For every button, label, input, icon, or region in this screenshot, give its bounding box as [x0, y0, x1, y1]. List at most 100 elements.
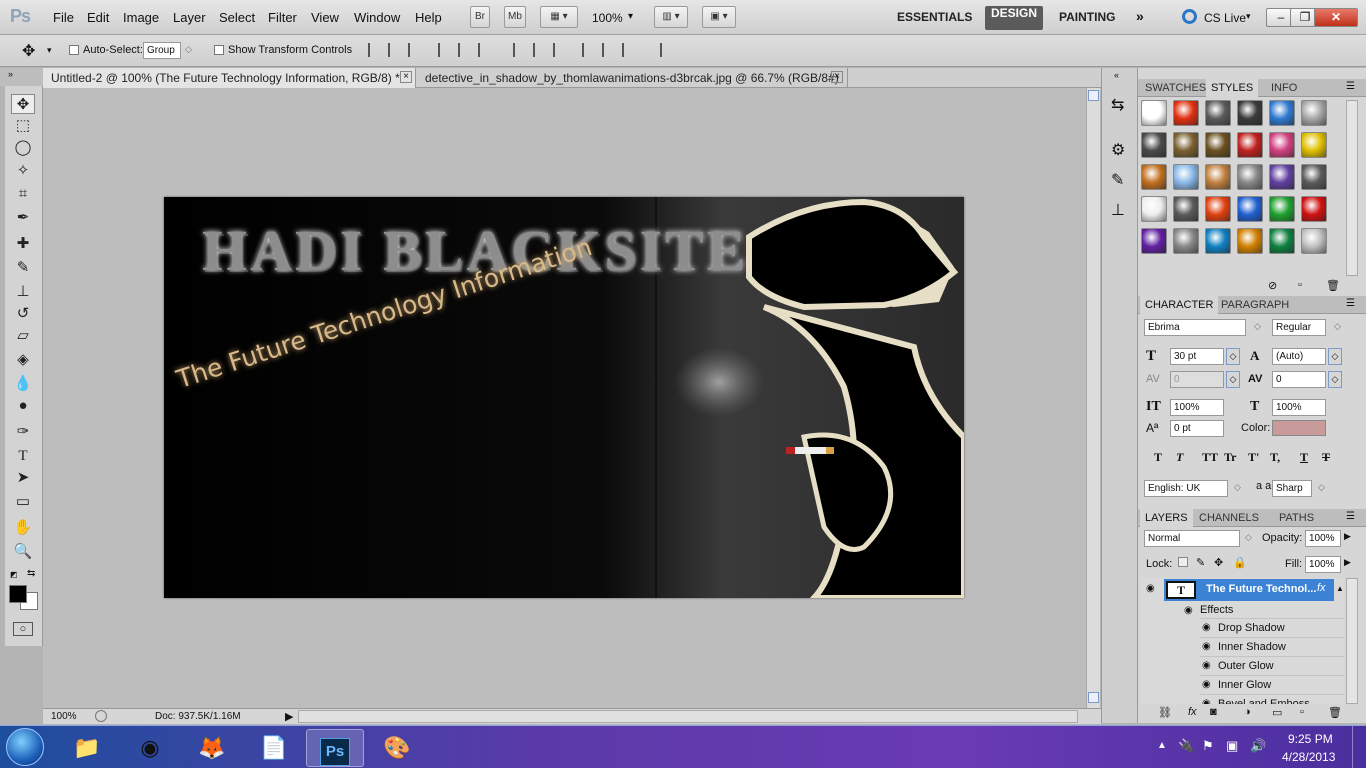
chevron-down-icon[interactable]: ◇: [1226, 348, 1240, 365]
align-right-icon[interactable]: [478, 43, 492, 57]
tab-styles[interactable]: STYLES: [1206, 79, 1259, 97]
fill-field[interactable]: 100%: [1305, 556, 1341, 573]
opacity-field[interactable]: 100%: [1305, 530, 1341, 547]
scroll-down-icon[interactable]: [1088, 692, 1099, 703]
scroll-up-icon[interactable]: [1088, 90, 1099, 101]
chevron-down-icon[interactable]: ▾: [628, 11, 633, 22]
workspace-design[interactable]: DESIGN: [985, 6, 1043, 30]
status-zoom[interactable]: 100%: [51, 711, 77, 722]
lock-transparency-icon[interactable]: [1178, 557, 1188, 567]
close-button[interactable]: ✕: [1314, 8, 1358, 27]
style-swatch[interactable]: [1269, 228, 1295, 254]
vertical-scale-field[interactable]: 100%: [1170, 399, 1224, 416]
style-swatch[interactable]: [1173, 228, 1199, 254]
superscript-button[interactable]: T': [1248, 450, 1259, 465]
chevron-down-icon[interactable]: ◇: [1328, 348, 1342, 365]
auto-select-checkbox[interactable]: [69, 45, 79, 55]
actions-panel-icon[interactable]: ⚙: [1111, 140, 1125, 160]
rectangle-tool[interactable]: ▭: [11, 492, 35, 512]
tracking-field[interactable]: 0: [1272, 371, 1326, 388]
move-tool[interactable]: ✥: [11, 94, 35, 114]
small-caps-button[interactable]: Tr: [1224, 450, 1236, 465]
firefox-taskbar-icon[interactable]: 🦊: [183, 729, 241, 767]
zoom-level[interactable]: 100%: [592, 11, 623, 25]
trash-icon[interactable]: 🗑: [1326, 279, 1340, 292]
notes-taskbar-icon[interactable]: 📄: [245, 729, 303, 767]
tab-info[interactable]: INFO: [1266, 79, 1302, 97]
play-arrow-icon[interactable]: ▶: [1344, 557, 1351, 568]
zoom-tool[interactable]: 🔍: [11, 542, 35, 562]
menu-file[interactable]: File: [53, 10, 74, 25]
eye-icon[interactable]: ◉: [1146, 583, 1155, 594]
anti-alias-field[interactable]: Sharp: [1272, 480, 1312, 497]
subscript-button[interactable]: T,: [1270, 450, 1280, 465]
tray-icon[interactable]: 🔌: [1178, 738, 1194, 754]
adjustment-layer-icon[interactable]: ◑: [1244, 706, 1251, 718]
distribute-right-icon[interactable]: [622, 43, 636, 57]
pen-tool[interactable]: ✑: [11, 422, 35, 442]
workspace-essentials[interactable]: ESSENTIALS: [897, 10, 972, 24]
collapse-triangle-icon[interactable]: ▲: [1336, 584, 1344, 593]
layers-scrollbar[interactable]: [1346, 578, 1358, 704]
chevron-down-icon[interactable]: ◇: [185, 44, 192, 55]
marquee-tool[interactable]: ⬚: [11, 116, 35, 136]
auto-select-dropdown[interactable]: Group: [143, 42, 181, 59]
explorer-taskbar-icon[interactable]: 📁: [58, 729, 116, 767]
tab-channels[interactable]: CHANNELS: [1194, 509, 1264, 527]
fx-badge[interactable]: fx: [1317, 582, 1326, 594]
font-family-field[interactable]: Ebrima: [1144, 319, 1246, 336]
new-style-icon[interactable]: ▫: [1298, 279, 1302, 291]
eye-icon[interactable]: ◉: [1184, 605, 1193, 616]
add-mask-icon[interactable]: ◙: [1210, 706, 1217, 718]
workspace-painting[interactable]: PAINTING: [1059, 10, 1115, 24]
effect-row[interactable]: ◉ Inner Shadow: [1200, 637, 1344, 656]
tab-detective-in-shadow[interactable]: detective_in_shadow_by_thomlawanimations…: [417, 68, 848, 88]
chevron-down-icon[interactable]: ◇: [1328, 371, 1342, 388]
horizontal-scale-field[interactable]: 100%: [1272, 399, 1326, 416]
cslive-menu[interactable]: CS Live: [1204, 11, 1246, 25]
eye-icon[interactable]: ◉: [1202, 660, 1211, 671]
distribute-bottom-icon[interactable]: [553, 43, 567, 57]
style-swatch[interactable]: [1141, 100, 1167, 126]
align-vcenter-icon[interactable]: [388, 43, 402, 57]
arrange-documents-icon[interactable]: ▥ ▾: [654, 6, 688, 28]
hand-tool[interactable]: ✋: [11, 518, 35, 538]
tab-layers[interactable]: LAYERS: [1140, 509, 1193, 527]
panel-menu-icon[interactable]: ☰: [1346, 298, 1355, 309]
style-swatch[interactable]: [1301, 164, 1327, 190]
effect-row[interactable]: ◉ Drop Shadow: [1200, 618, 1344, 637]
style-swatch[interactable]: [1173, 196, 1199, 222]
layer-name[interactable]: The Future Technol...: [1206, 583, 1316, 595]
show-transform-checkbox[interactable]: [214, 45, 224, 55]
collapse-icon[interactable]: «: [1114, 70, 1119, 80]
language-field[interactable]: English: UK: [1144, 480, 1228, 497]
all-caps-button[interactable]: TT: [1202, 450, 1218, 465]
menu-help[interactable]: Help: [415, 10, 442, 25]
style-swatch[interactable]: [1237, 100, 1263, 126]
eye-icon[interactable]: ◉: [1202, 622, 1211, 633]
tab-paths[interactable]: PATHS: [1274, 509, 1319, 527]
photoshop-taskbar-icon[interactable]: Ps: [306, 729, 364, 767]
volume-icon[interactable]: 🔊: [1250, 738, 1266, 754]
history-brush-tool[interactable]: ↺: [11, 304, 35, 324]
add-style-icon[interactable]: fx: [1188, 706, 1197, 718]
style-swatch[interactable]: [1269, 100, 1295, 126]
distribute-left-icon[interactable]: [582, 43, 596, 57]
style-swatch[interactable]: [1205, 100, 1231, 126]
style-swatch[interactable]: [1205, 196, 1231, 222]
vertical-scrollbar[interactable]: [1086, 88, 1100, 708]
style-swatch[interactable]: [1141, 132, 1167, 158]
default-colors-icon[interactable]: ◩: [10, 570, 18, 579]
type-tool[interactable]: T: [11, 446, 35, 466]
close-tab-icon[interactable]: ×: [400, 71, 412, 83]
effect-row[interactable]: ◉ Bevel and Emboss: [1200, 694, 1344, 704]
tab-character[interactable]: CHARACTER: [1140, 296, 1219, 314]
underline-button[interactable]: T: [1300, 450, 1308, 465]
font-size-field[interactable]: 30 pt: [1170, 348, 1224, 365]
brush-panel-icon[interactable]: ✎: [1111, 170, 1124, 190]
swap-colors-icon[interactable]: ⇆: [27, 568, 35, 579]
style-swatch[interactable]: [1301, 228, 1327, 254]
auto-align-icon[interactable]: [660, 43, 674, 57]
style-swatch[interactable]: [1237, 228, 1263, 254]
menu-view[interactable]: View: [311, 10, 339, 25]
